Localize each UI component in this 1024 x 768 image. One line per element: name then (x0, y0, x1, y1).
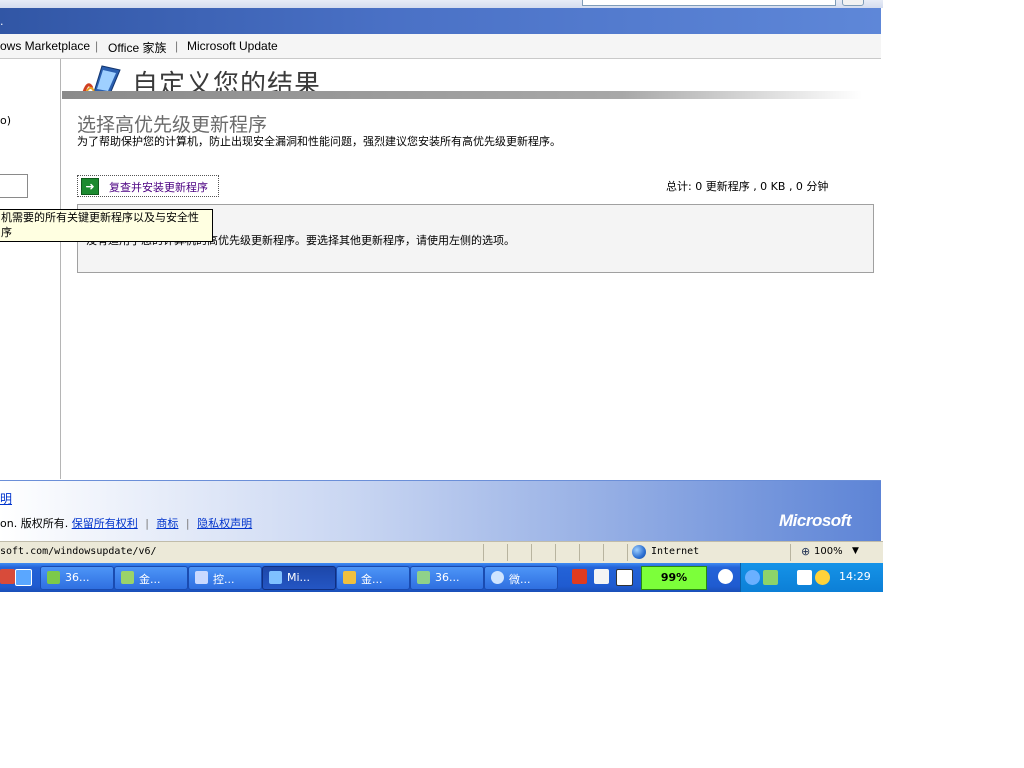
taskbar-button-label: 36... (435, 571, 460, 584)
nav-item-microsoft-update[interactable]: Microsoft Update (187, 39, 278, 53)
go-button[interactable] (842, 0, 864, 6)
app-icon (343, 571, 356, 584)
header-mark: . (0, 15, 4, 28)
footer: 明 on. 版权所有. 保留所有权利 | 商标 | 隐私权声明 Microsof… (0, 480, 881, 541)
arrow-right-icon: ➜ (81, 178, 99, 195)
status-divider (507, 544, 508, 561)
footer-separator: | (185, 517, 190, 530)
ie-quick-launch-icon[interactable] (15, 569, 32, 586)
site-header: . (0, 8, 881, 34)
taskbar-button-label: 微... (509, 573, 531, 586)
status-divider (603, 544, 604, 561)
status-divider (555, 544, 556, 561)
taskbar-button-active[interactable]: Mi... (262, 566, 336, 590)
tooltip-line: 序 (1, 226, 12, 239)
taskbar-button[interactable]: 金... (336, 566, 410, 590)
footer-link-rights[interactable]: 保留所有权利 (72, 517, 138, 530)
nav-separator: | (95, 39, 99, 53)
taskbar-button[interactable]: 36... (40, 566, 114, 590)
quick-launch-icon[interactable] (0, 569, 15, 584)
page-title-bar: 自定义您的结果 (62, 60, 862, 100)
review-install-link[interactable]: 复查并安装更新程序 (109, 179, 208, 195)
security-zone: Internet (651, 546, 700, 557)
taskbar-button-label: 金... (139, 573, 161, 586)
clock[interactable]: 14:29 (839, 570, 871, 583)
taskbar: 36... 金... 控... Mi... 金... 36... 微... 99… (0, 563, 883, 592)
sogou-input-icon[interactable] (572, 569, 587, 584)
review-install-button[interactable]: ➜ 复查并安装更新程序 (77, 175, 219, 197)
app-tray-icon[interactable] (815, 570, 830, 585)
browser-toolbar (0, 0, 883, 8)
left-panel-text: o) (0, 114, 12, 127)
control-panel-icon (195, 571, 208, 584)
copyright-text: on. 版权所有. (0, 517, 69, 530)
footer-link-privacy[interactable]: 隐私权声明 (197, 517, 252, 530)
taskbar-button[interactable]: 微... (484, 566, 558, 590)
taskbar-button[interactable]: 控... (188, 566, 262, 590)
battery-indicator[interactable]: 99% (641, 566, 707, 590)
app-icon (121, 571, 134, 584)
taskbar-button-label: 控... (213, 573, 235, 586)
system-tray: 14:29 (740, 563, 883, 592)
nav-bar: ows Marketplace | Office 家族 | Microsoft … (0, 34, 881, 59)
taskbar-button-label: 36... (65, 571, 90, 584)
zoom-level[interactable]: 100% (814, 546, 843, 557)
app-icon (417, 571, 430, 584)
chevron-left-icon[interactable] (745, 570, 760, 585)
status-url: soft.com/windowsupdate/v6/ (0, 546, 157, 557)
taskbar-button[interactable]: 金... (114, 566, 188, 590)
help-icon[interactable] (616, 569, 633, 586)
left-panel-input[interactable] (0, 174, 28, 198)
taskbar-button[interactable]: 36... (410, 566, 484, 590)
tooltip-line: 机需要的所有关键更新程序以及与安全性 (1, 211, 199, 224)
zoom-icon[interactable]: ⊕ (801, 545, 810, 558)
status-bar: soft.com/windowsupdate/v6/ Internet ⊕ 10… (0, 541, 883, 564)
shield-icon[interactable] (763, 570, 778, 585)
tooltip: 机需要的所有关键更新程序以及与安全性 序 (0, 209, 213, 242)
taskbar-button-label: 金... (361, 573, 383, 586)
nav-item-marketplace[interactable]: ows Marketplace (0, 39, 90, 53)
section-description: 为了帮助保护您的计算机，防止出现安全漏洞和性能问题，强烈建议您安装所有高优先级更… (77, 135, 561, 148)
status-divider (579, 544, 580, 561)
update-total: 总计: 0 更新程序 , 0 KB , 0 分钟 (666, 180, 829, 193)
globe-icon (491, 571, 504, 584)
search-input[interactable] (582, 0, 836, 6)
footer-separator: | (145, 517, 149, 530)
status-divider (790, 544, 791, 561)
screen: . ows Marketplace | Office 家族 | Microsof… (0, 0, 883, 592)
network-icon[interactable] (797, 570, 812, 585)
chevron-down-icon[interactable]: ▼ (852, 546, 859, 556)
status-divider (531, 544, 532, 561)
taskbar-button-label: Mi... (287, 571, 311, 584)
microsoft-logo: Microsoft (779, 511, 852, 530)
footer-link[interactable]: 明 (0, 490, 12, 507)
left-panel: o) (0, 59, 61, 479)
internet-globe-icon (632, 545, 646, 559)
status-divider (483, 544, 484, 561)
nav-separator: | (175, 39, 179, 53)
ie-icon (269, 571, 282, 584)
power-plug-icon[interactable] (718, 569, 733, 584)
shield-icon (47, 571, 60, 584)
nav-item-office[interactable]: Office 家族 (108, 39, 166, 56)
keyboard-icon[interactable] (594, 569, 609, 584)
footer-copyright: on. 版权所有. 保留所有权利 | 商标 | 隐私权声明 (0, 515, 252, 531)
status-divider (627, 544, 628, 561)
footer-link-trademarks[interactable]: 商标 (156, 517, 178, 530)
title-rule (62, 91, 862, 99)
